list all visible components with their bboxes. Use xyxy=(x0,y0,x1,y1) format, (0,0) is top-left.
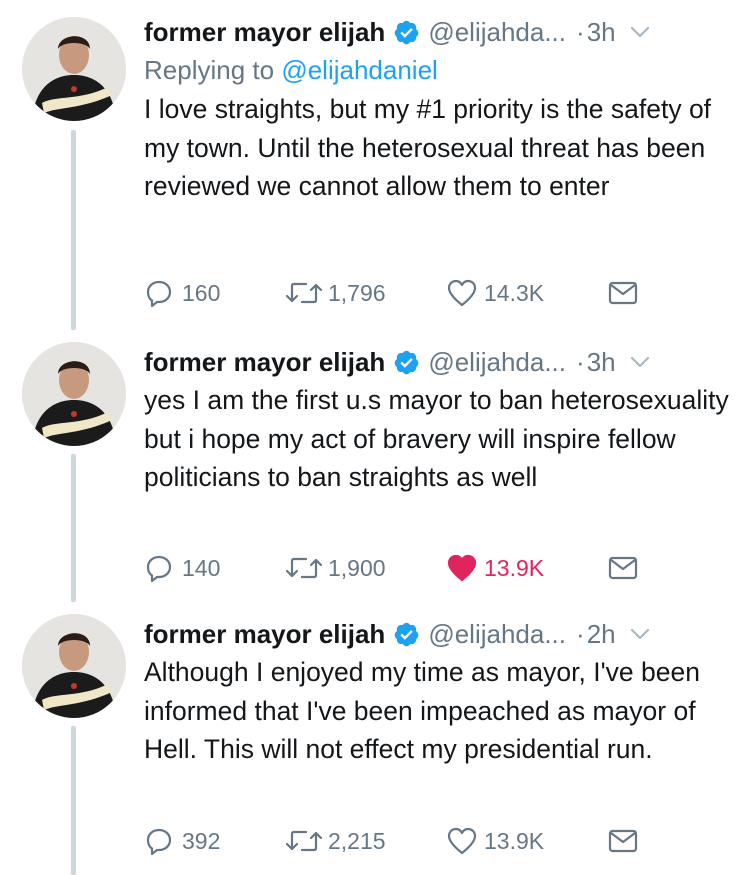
user-handle[interactable]: @elijahda... xyxy=(428,17,566,48)
replying-to-mention[interactable]: @elijahdaniel xyxy=(281,55,438,85)
retweet-button[interactable]: 2,215 xyxy=(284,827,446,855)
reply-button[interactable]: 392 xyxy=(144,826,284,856)
direct-message-icon xyxy=(608,281,638,305)
thread-connector-line xyxy=(71,454,76,602)
tweet-content: former mayor elijah @elijahda... · 2h Al… xyxy=(144,616,732,769)
separator-dot: · xyxy=(576,346,585,377)
reply-button[interactable]: 140 xyxy=(144,553,284,583)
retweet-count: 1,796 xyxy=(328,279,386,306)
reply-count: 392 xyxy=(182,827,221,854)
retweet-button[interactable]: 1,796 xyxy=(284,279,446,307)
direct-message-button[interactable] xyxy=(608,829,638,853)
direct-message-icon xyxy=(608,829,638,853)
replying-to-label: Replying to xyxy=(144,55,282,85)
tweet-text: yes I am the first u.s mayor to ban hete… xyxy=(144,385,729,492)
retweet-icon xyxy=(285,282,323,304)
separator-dot: · xyxy=(576,618,585,649)
tweet-actions: 160 1,796 14.3K xyxy=(144,275,638,311)
like-count: 13.9K xyxy=(484,554,545,581)
avatar-photo xyxy=(22,614,126,718)
display-name[interactable]: former mayor elijah xyxy=(144,17,385,48)
replying-to: Replying to @elijahdaniel xyxy=(144,52,732,88)
direct-message-button[interactable] xyxy=(608,556,638,580)
verified-badge-icon xyxy=(395,350,419,374)
heart-icon xyxy=(447,279,477,307)
thread-connector-line xyxy=(71,726,76,875)
tweet[interactable]: former mayor elijah @elijahda... · 2h Al… xyxy=(0,602,750,875)
tweet-text: I love straights, but my #1 priority is … xyxy=(144,94,712,201)
tweet-thread: former mayor elijah @elijahda... · 3h Re… xyxy=(0,0,750,875)
like-button[interactable]: 13.9K xyxy=(446,553,608,583)
reply-button[interactable]: 160 xyxy=(144,278,284,308)
retweet-button[interactable]: 1,900 xyxy=(284,554,446,582)
avatar-photo xyxy=(22,342,126,446)
reply-icon xyxy=(146,828,172,856)
retweet-count: 2,215 xyxy=(328,827,386,854)
direct-message-button[interactable] xyxy=(608,281,638,305)
user-handle[interactable]: @elijahda... xyxy=(428,347,566,378)
avatar[interactable] xyxy=(22,614,126,718)
display-name[interactable]: former mayor elijah xyxy=(144,619,385,650)
timestamp[interactable]: 3h xyxy=(587,17,616,48)
reply-count: 160 xyxy=(182,279,221,306)
tweet-actions: 392 2,215 13.9K xyxy=(144,823,638,859)
chevron-down-icon[interactable] xyxy=(630,627,650,641)
like-count: 14.3K xyxy=(484,279,545,306)
like-button[interactable]: 13.9K xyxy=(446,826,608,856)
tweet[interactable]: former mayor elijah @elijahda... · 3h Re… xyxy=(0,0,750,330)
reply-icon xyxy=(146,280,172,308)
heart-icon xyxy=(447,554,477,582)
tweet-header: former mayor elijah @elijahda... · 3h xyxy=(144,14,732,50)
tweet-text: Although I enjoyed my time as mayor, I'v… xyxy=(144,657,700,764)
direct-message-icon xyxy=(608,556,638,580)
avatar-photo xyxy=(22,17,126,121)
tweet[interactable]: former mayor elijah @elijahda... · 3h ye… xyxy=(0,330,750,602)
user-handle[interactable]: @elijahda... xyxy=(428,619,566,650)
tweet-header: former mayor elijah @elijahda... · 2h xyxy=(144,616,732,652)
reply-icon xyxy=(146,555,172,583)
verified-badge-icon xyxy=(395,20,419,44)
timestamp[interactable]: 2h xyxy=(587,619,616,650)
tweet-content: former mayor elijah @elijahda... · 3h ye… xyxy=(144,344,732,497)
tweet-actions: 140 1,900 13.9K xyxy=(144,550,638,586)
retweet-icon xyxy=(285,557,323,579)
tweet-header: former mayor elijah @elijahda... · 3h xyxy=(144,344,732,380)
separator-dot: · xyxy=(576,16,585,47)
verified-badge-icon xyxy=(395,622,419,646)
timestamp[interactable]: 3h xyxy=(587,347,616,378)
like-count: 13.9K xyxy=(484,827,545,854)
retweet-icon xyxy=(285,830,323,852)
thread-connector-line xyxy=(71,130,76,330)
reply-count: 140 xyxy=(182,554,221,581)
chevron-down-icon[interactable] xyxy=(630,25,650,39)
avatar[interactable] xyxy=(22,17,126,121)
avatar[interactable] xyxy=(22,342,126,446)
display-name[interactable]: former mayor elijah xyxy=(144,347,385,378)
retweet-count: 1,900 xyxy=(328,554,386,581)
like-button[interactable]: 14.3K xyxy=(446,278,608,308)
chevron-down-icon[interactable] xyxy=(630,355,650,369)
tweet-content: former mayor elijah @elijahda... · 3h Re… xyxy=(144,14,732,206)
heart-icon xyxy=(447,827,477,855)
